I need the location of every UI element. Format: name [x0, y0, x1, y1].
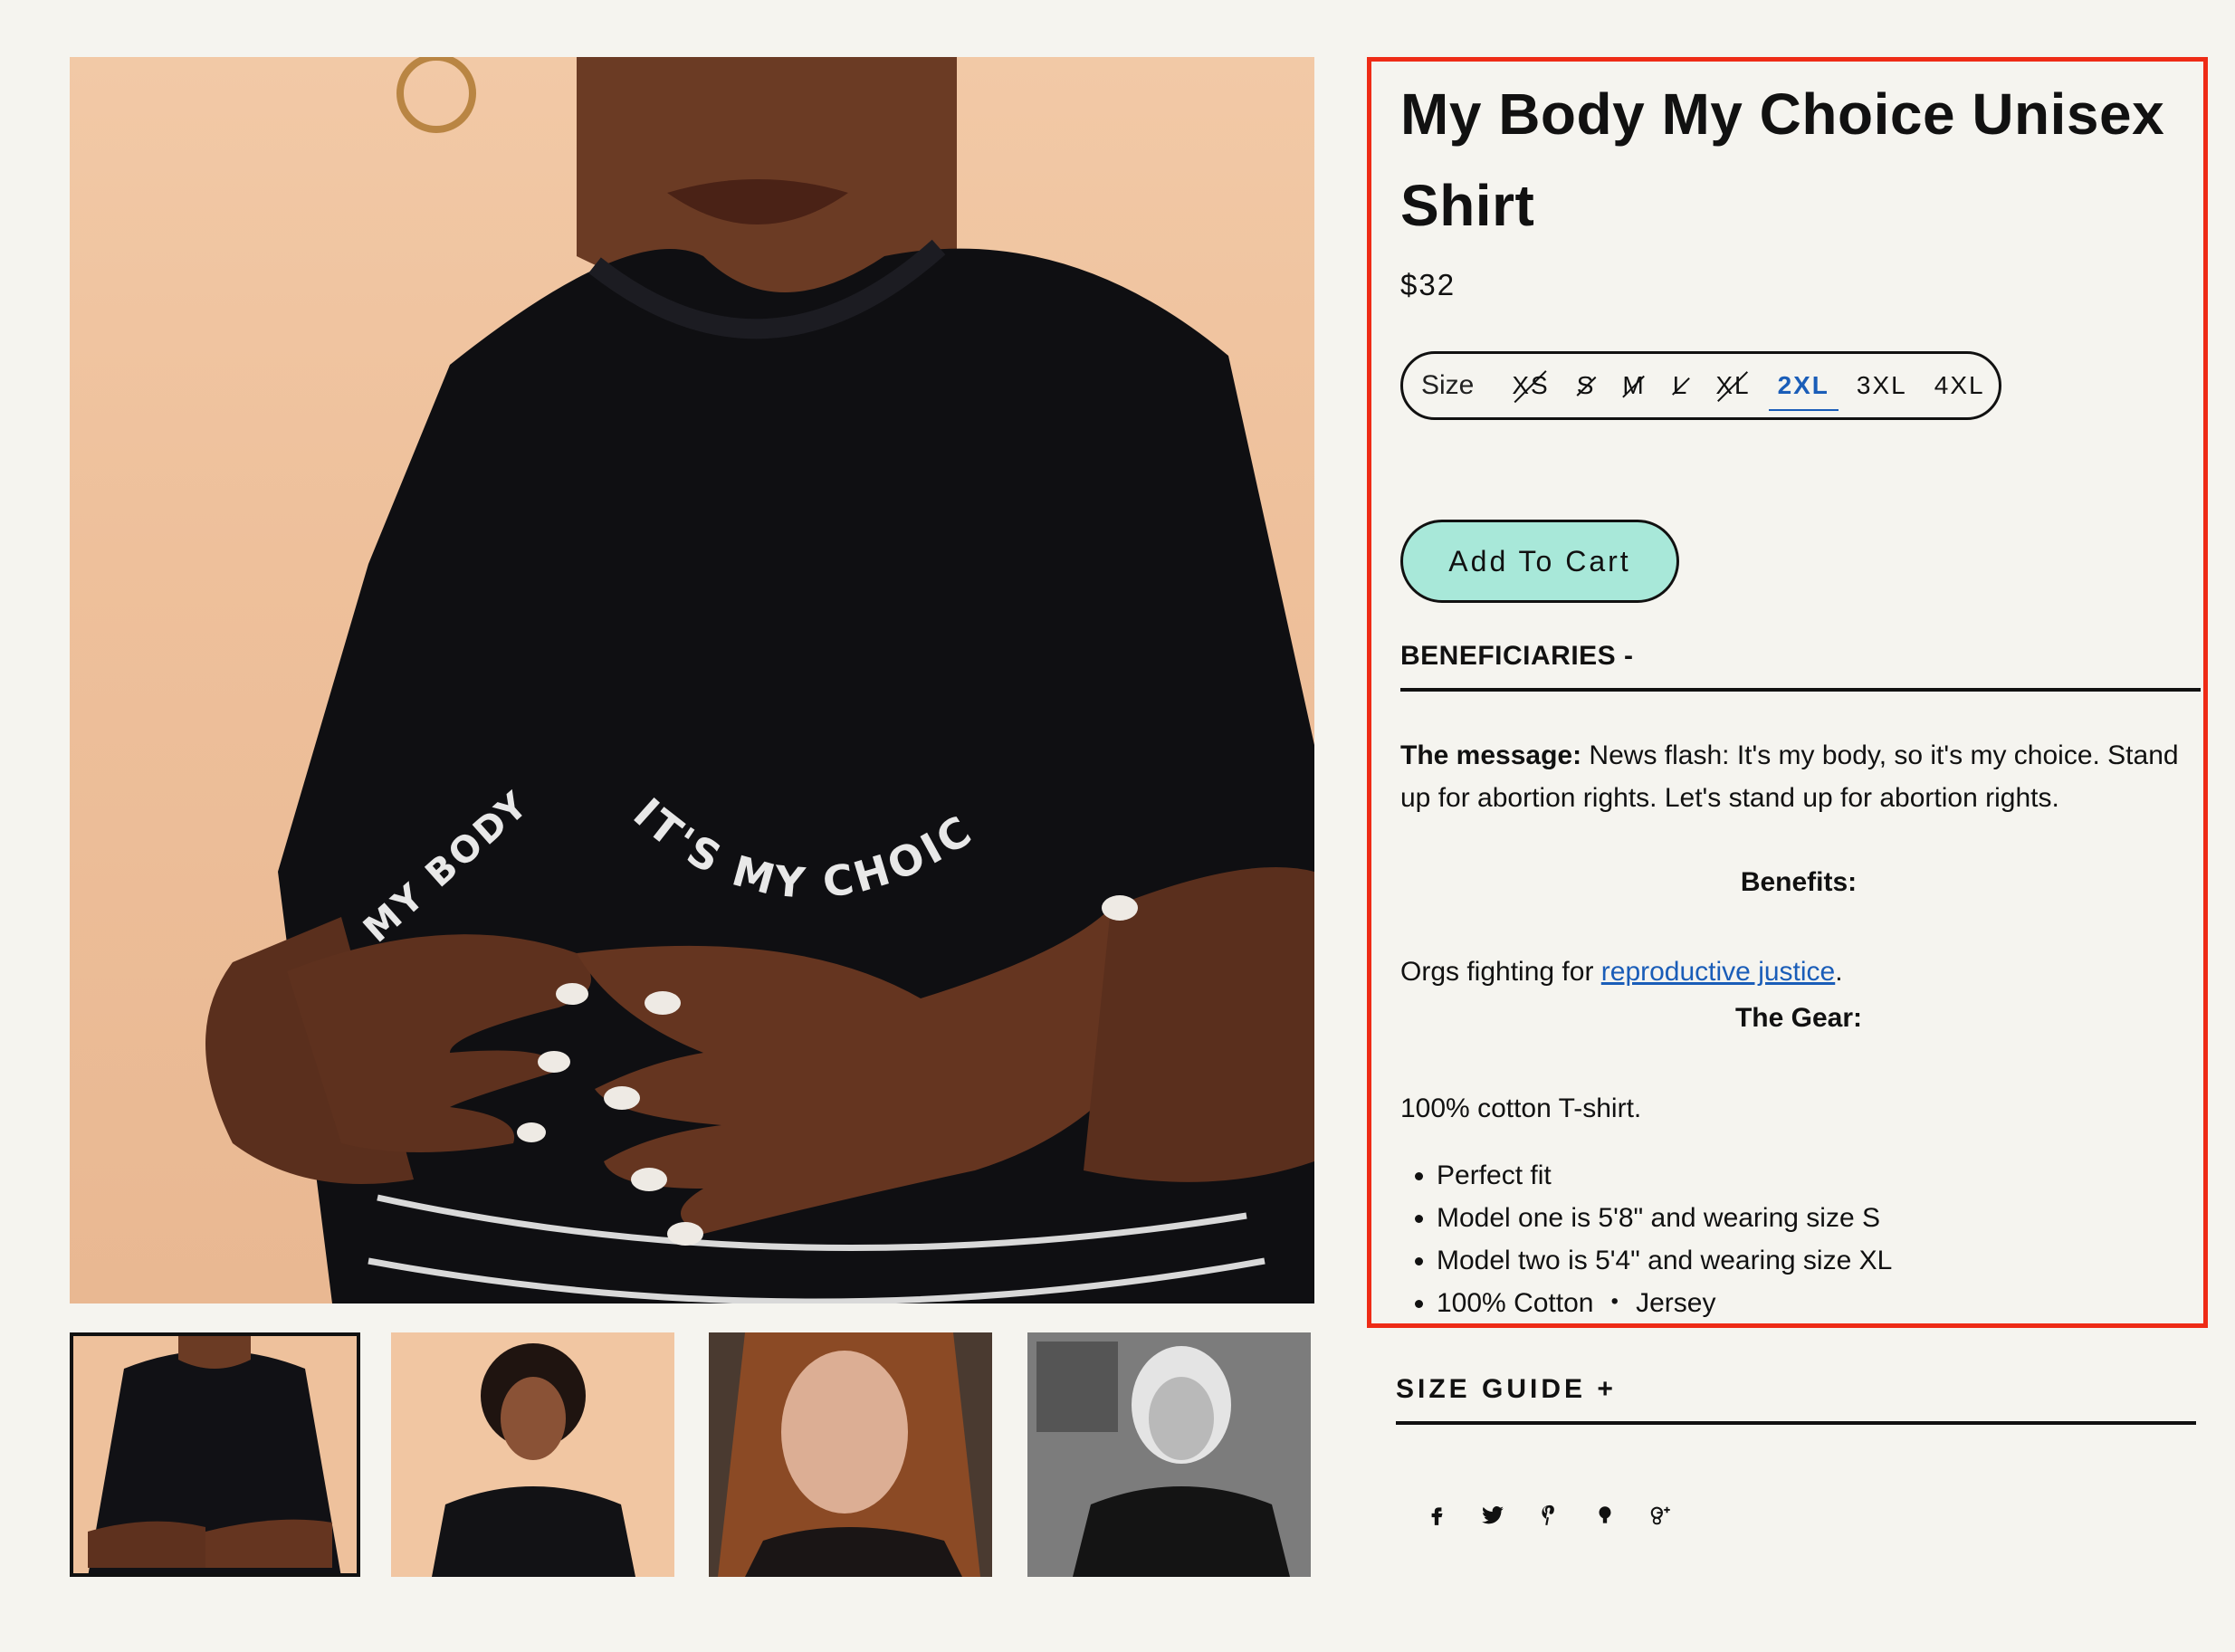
beneficiaries-heading[interactable]: BENEFICIARIES -: [1400, 641, 2201, 692]
size-guide-toggle[interactable]: SIZE GUIDE +: [1396, 1374, 2196, 1425]
benefits-text: Orgs fighting for reproductive justice.: [1400, 950, 2197, 993]
gear-list-item: Model two is 5'4" and wearing size XL: [1437, 1239, 2215, 1282]
gear-list: Perfect fit Model one is 5'8" and wearin…: [1400, 1154, 2215, 1324]
size-selector: Size XS S M L XL 2XL 3XL 4XL: [1400, 351, 2001, 420]
reproductive-justice-link[interactable]: reproductive justice: [1601, 957, 1835, 987]
message-label: The message:: [1400, 740, 1582, 770]
fancy-icon[interactable]: [1577, 1494, 1633, 1537]
thumbnail-1[interactable]: [70, 1332, 360, 1577]
benefits-suffix: .: [1835, 957, 1843, 987]
benefits-prefix: Orgs fighting for: [1400, 957, 1601, 987]
gear-list-item: 100% Cotton ・ Jersey: [1437, 1282, 2215, 1324]
product-price: $32: [1400, 268, 1457, 301]
gear-list-item: Perfect fit: [1437, 1154, 2215, 1197]
share-row: [1409, 1494, 1689, 1537]
size-option-3xl[interactable]: 3XL: [1857, 371, 1907, 400]
thumbnail-2[interactable]: [391, 1332, 674, 1577]
facebook-icon[interactable]: [1409, 1494, 1465, 1537]
size-label: Size: [1421, 370, 1475, 400]
gear-list-item: Model one is 5'8" and wearing size S: [1437, 1197, 2215, 1239]
main-product-image[interactable]: MY BODY IT'S MY CHOICE: [70, 57, 1314, 1303]
product-title: My Body My Choice Unisex Shirt: [1400, 81, 2165, 238]
add-to-cart-button[interactable]: Add To Cart: [1400, 520, 1679, 603]
gear-heading: The Gear:: [1734, 1003, 1863, 1033]
size-option-m[interactable]: M: [1622, 371, 1645, 400]
thumbnail-3[interactable]: [709, 1332, 992, 1577]
google-plus-icon[interactable]: [1633, 1494, 1689, 1537]
benefits-heading: Benefits:: [1740, 867, 1858, 897]
size-option-l[interactable]: L: [1673, 371, 1689, 400]
twitter-icon[interactable]: [1465, 1494, 1521, 1537]
beneficiaries-message: The message: News flash: It's my body, s…: [1400, 734, 2197, 819]
size-option-xs[interactable]: XS: [1512, 371, 1549, 400]
product-info-panel: My Body My Choice Unisex Shirt $32 Size …: [1367, 57, 2208, 1328]
gear-text: 100% cotton T-shirt.: [1400, 1093, 1642, 1123]
size-option-s[interactable]: S: [1577, 371, 1596, 400]
size-option-4xl[interactable]: 4XL: [1934, 371, 1985, 400]
thumbnail-4[interactable]: [1027, 1332, 1311, 1577]
size-option-2xl[interactable]: 2XL: [1768, 371, 1839, 411]
size-option-xl[interactable]: XL: [1715, 371, 1750, 400]
pinterest-icon[interactable]: [1521, 1494, 1577, 1537]
